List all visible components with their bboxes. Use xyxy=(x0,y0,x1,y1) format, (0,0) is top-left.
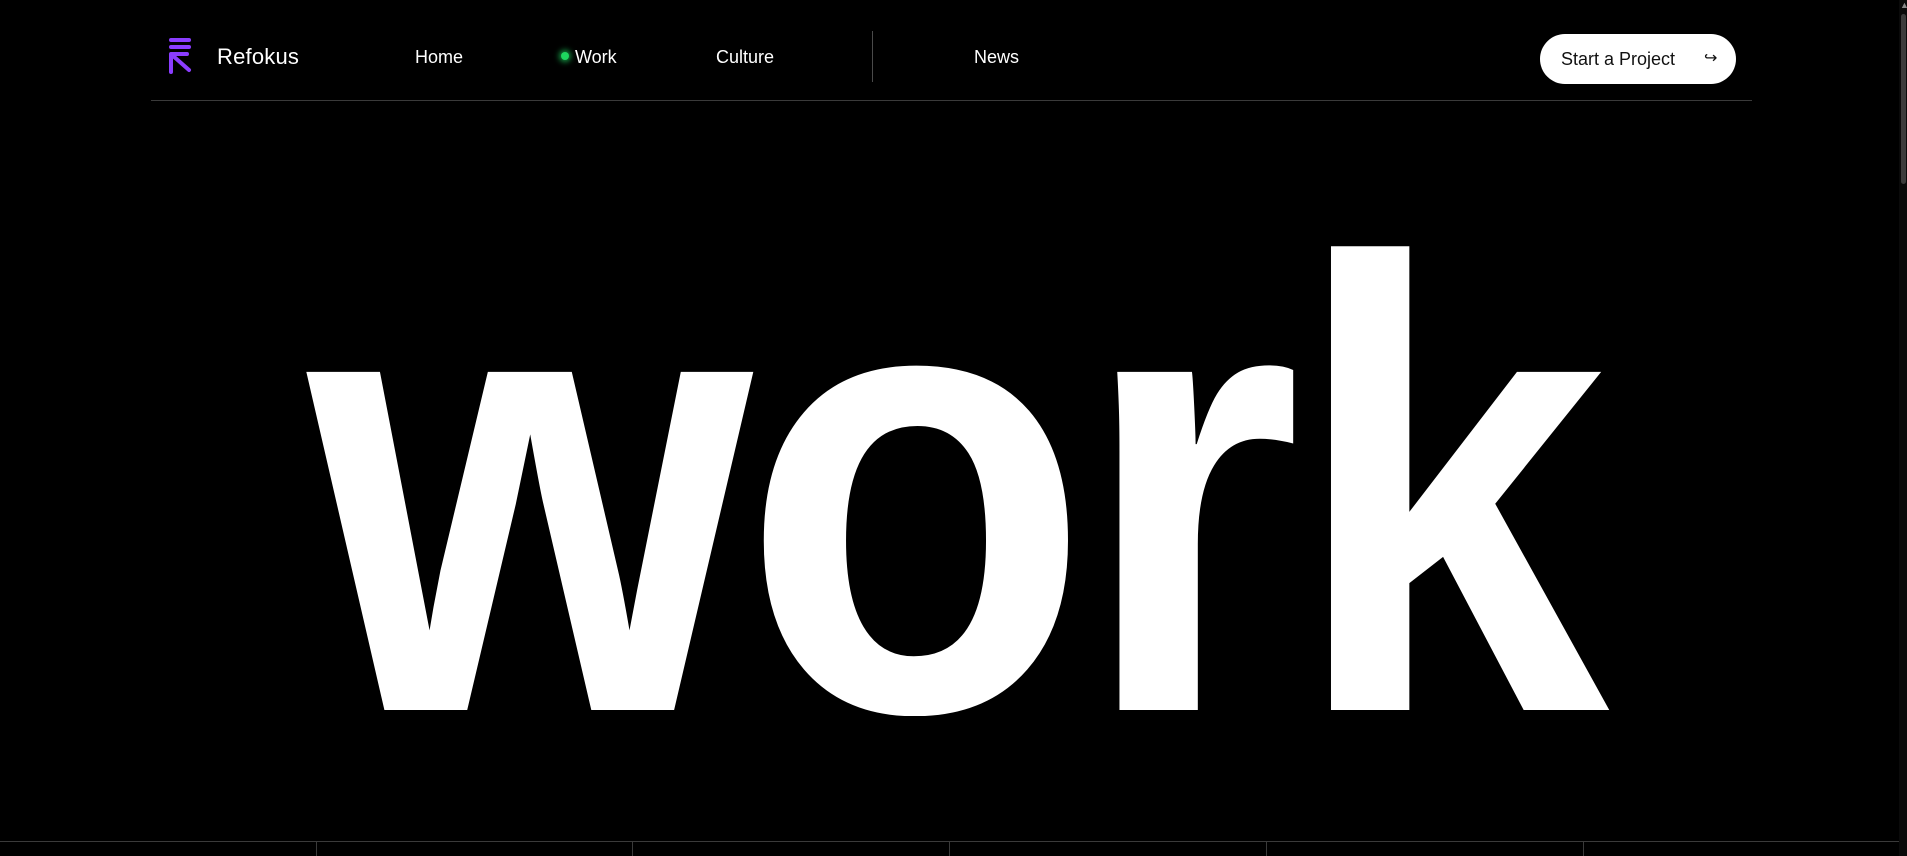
nav-news-link[interactable]: News xyxy=(974,47,1019,68)
active-status-dot-icon xyxy=(561,52,569,60)
scrollbar-thumb[interactable] xyxy=(1901,14,1906,184)
brand-name[interactable]: Refokus xyxy=(217,44,299,70)
page: Refokus Home Work Culture News Start a P… xyxy=(0,0,1907,856)
grid-divider xyxy=(316,842,317,856)
start-project-button[interactable]: Start a Project ↪ xyxy=(1540,34,1736,84)
hero-title: work xyxy=(0,131,1907,846)
grid-divider xyxy=(1583,842,1584,856)
start-project-label: Start a Project xyxy=(1561,49,1676,69)
nav-work-link[interactable]: Work xyxy=(575,47,617,68)
nav-home-link[interactable]: Home xyxy=(415,47,463,68)
return-arrow-icon: ↪ xyxy=(1704,50,1718,67)
bottom-grid-lines xyxy=(0,841,1907,856)
grid-divider xyxy=(1266,842,1267,856)
nav-divider xyxy=(872,31,873,82)
refokus-logo-icon[interactable] xyxy=(167,38,197,74)
hero-title-text: work xyxy=(299,186,1612,716)
grid-divider xyxy=(632,842,633,856)
nav-culture-link[interactable]: Culture xyxy=(716,47,774,68)
scroll-up-arrow-icon[interactable]: ▲ xyxy=(1900,0,1907,10)
grid-divider xyxy=(949,842,950,856)
site-header: Refokus Home Work Culture News Start a P… xyxy=(151,0,1752,101)
